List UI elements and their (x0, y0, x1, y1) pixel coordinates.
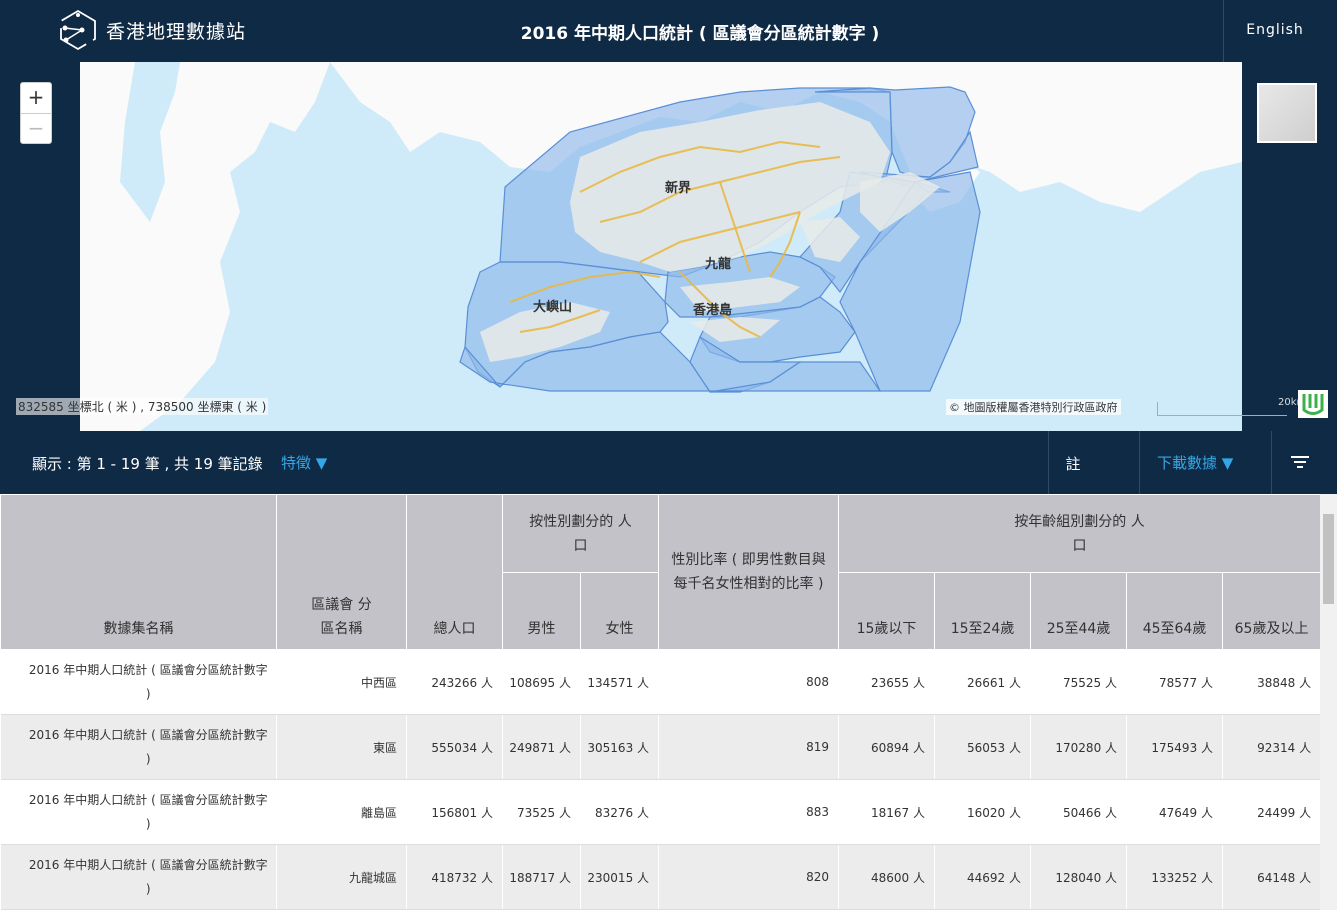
cell-male: 188717 人 (502, 844, 581, 910)
col-header-by-age: 按年齡組別劃分的 人口 (838, 494, 1322, 573)
cell-ratio: 819 (658, 714, 840, 780)
col-header-age-15-24[interactable]: 15至24歲 (934, 572, 1032, 650)
col-header-dataset[interactable]: 數據集名稱 (0, 494, 277, 650)
cell-age-25-44: 128040 人 (1030, 844, 1128, 910)
cell-age-25-44: 170280 人 (1030, 714, 1128, 780)
label-new-territories: 新界 (665, 180, 691, 196)
col-header-male[interactable]: 男性 (502, 572, 581, 650)
filter-icon[interactable] (1289, 453, 1311, 471)
csdi-logo-icon[interactable] (1298, 390, 1328, 418)
zoom-out-button[interactable]: − (21, 113, 51, 143)
table-row[interactable]: 2016 年中期人口統計 ( 區議會分區統計數字 ) 九龍城區 418732 人… (0, 844, 1322, 910)
notes-button[interactable]: 註 (1049, 453, 1097, 474)
map-canvas[interactable]: 新界 九龍 香港島 大嶼山 (80, 62, 1242, 431)
data-table-container: 數據集名稱 區議會 分區名稱 總人口 按性別劃分的 人口 性別比率 ( 即男性數… (0, 494, 1337, 910)
cell-total: 418732 人 (406, 844, 503, 910)
col-header-age-25-44[interactable]: 25至44歲 (1030, 572, 1128, 650)
col-header-age-45-64[interactable]: 45至64歲 (1126, 572, 1224, 650)
col-header-sex-ratio[interactable]: 性別比率 ( 即男性數目與每千名女性相對的比率 ) (658, 494, 840, 650)
cell-age-45-64: 175493 人 (1126, 714, 1224, 780)
language-toggle[interactable]: English (1224, 22, 1326, 38)
cell-female: 305163 人 (580, 714, 660, 780)
coordinate-readout: 832585 坐標北 ( 米 ) , 738500 坐標東 ( 米 ) (16, 398, 269, 415)
zoom-control: + − (20, 82, 52, 144)
cell-district: 離島區 (276, 779, 407, 845)
cell-age-65-plus: 92314 人 (1222, 714, 1322, 780)
map-attribution: © 地圖版權屬香港特別行政區政府 (946, 399, 1121, 415)
table-row[interactable]: 2016 年中期人口統計 ( 區議會分區統計數字 ) 離島區 156801 人 … (0, 779, 1322, 845)
cell-district: 九龍城區 (276, 844, 407, 910)
scale-bar (1157, 402, 1287, 416)
cell-district: 中西區 (276, 649, 407, 715)
col-header-age-under-15[interactable]: 15歲以下 (838, 572, 936, 650)
cell-age-25-44: 75525 人 (1030, 649, 1128, 715)
cell-total: 243266 人 (406, 649, 503, 715)
cell-age-15-24: 26661 人 (934, 649, 1032, 715)
cell-total: 555034 人 (406, 714, 503, 780)
col-header-female[interactable]: 女性 (579, 572, 660, 650)
cell-female: 134571 人 (580, 649, 660, 715)
cell-age-15-24: 44692 人 (934, 844, 1032, 910)
cell-ratio: 820 (658, 844, 840, 910)
cell-dataset: 2016 年中期人口統計 ( 區議會分區統計數字 ) (0, 714, 277, 780)
zoom-in-button[interactable]: + (21, 83, 51, 113)
col-header-age-65-plus[interactable]: 65歲及以上 (1222, 572, 1322, 650)
cell-age-under-15: 48600 人 (838, 844, 936, 910)
col-header-total[interactable]: 總人口 (406, 494, 503, 650)
cell-age-45-64: 47649 人 (1126, 779, 1224, 845)
record-count: 顯示 : 第 1 - 19 筆 , 共 19 筆記錄 (32, 455, 263, 473)
page-title: 2016 年中期人口統計 ( 區議會分區統計數字 ) (520, 24, 880, 44)
table-row[interactable]: 2016 年中期人口統計 ( 區議會分區統計數字 ) 中西區 243266 人 … (0, 649, 1322, 715)
download-data-dropdown[interactable]: 下載數據 ▼ (1157, 452, 1233, 473)
cell-dataset: 2016 年中期人口統計 ( 區議會分區統計數字 ) (0, 649, 277, 715)
divider (1271, 431, 1272, 494)
label-kowloon: 九龍 (704, 256, 731, 272)
cell-male: 73525 人 (502, 779, 581, 845)
cell-age-45-64: 133252 人 (1126, 844, 1224, 910)
cell-age-under-15: 23655 人 (838, 649, 936, 715)
cell-age-65-plus: 64148 人 (1222, 844, 1322, 910)
cell-age-45-64: 78577 人 (1126, 649, 1224, 715)
map-area: 新界 九龍 香港島 大嶼山 + − 832585 坐標北 ( 米 ) , 738… (0, 62, 1337, 431)
cell-dataset: 2016 年中期人口統計 ( 區議會分區統計數字 ) (0, 779, 277, 845)
cell-total: 156801 人 (406, 779, 503, 845)
divider (1139, 431, 1140, 494)
cell-female: 230015 人 (580, 844, 660, 910)
cell-female: 83276 人 (580, 779, 660, 845)
col-header-by-sex: 按性別劃分的 人口 (501, 494, 660, 573)
table-row[interactable]: 2016 年中期人口統計 ( 區議會分區統計數字 ) 東區 555034 人 2… (0, 714, 1322, 780)
results-toolbar: 顯示 : 第 1 - 19 筆 , 共 19 筆記錄 特徵 ▼ 註 下載數據 ▼ (0, 431, 1337, 494)
cell-age-15-24: 16020 人 (934, 779, 1032, 845)
label-lantau: 大嶼山 (533, 299, 572, 315)
cell-age-under-15: 18167 人 (838, 779, 936, 845)
cell-age-65-plus: 24499 人 (1222, 779, 1322, 845)
scrollbar-thumb[interactable] (1323, 514, 1334, 604)
features-dropdown[interactable]: 特徵 ▼ (281, 452, 327, 473)
cell-age-under-15: 60894 人 (838, 714, 936, 780)
cell-ratio: 883 (658, 779, 840, 845)
top-header: 香港地理數據站 2016 年中期人口統計 ( 區議會分區統計數字 ) Engli… (0, 0, 1337, 62)
cell-ratio: 808 (658, 649, 840, 715)
label-hk-island: 香港島 (692, 302, 732, 318)
data-table: 數據集名稱 區議會 分區名稱 總人口 按性別劃分的 人口 性別比率 ( 即男性數… (0, 494, 1322, 910)
cell-age-65-plus: 38848 人 (1222, 649, 1322, 715)
cell-male: 108695 人 (502, 649, 581, 715)
cell-age-15-24: 56053 人 (934, 714, 1032, 780)
col-header-district[interactable]: 區議會 分區名稱 (276, 494, 407, 650)
cell-age-25-44: 50466 人 (1030, 779, 1128, 845)
basemap-switcher[interactable] (1257, 83, 1317, 143)
cell-district: 東區 (276, 714, 407, 780)
cell-male: 249871 人 (502, 714, 581, 780)
cell-dataset: 2016 年中期人口統計 ( 區議會分區統計數字 ) (0, 844, 277, 910)
